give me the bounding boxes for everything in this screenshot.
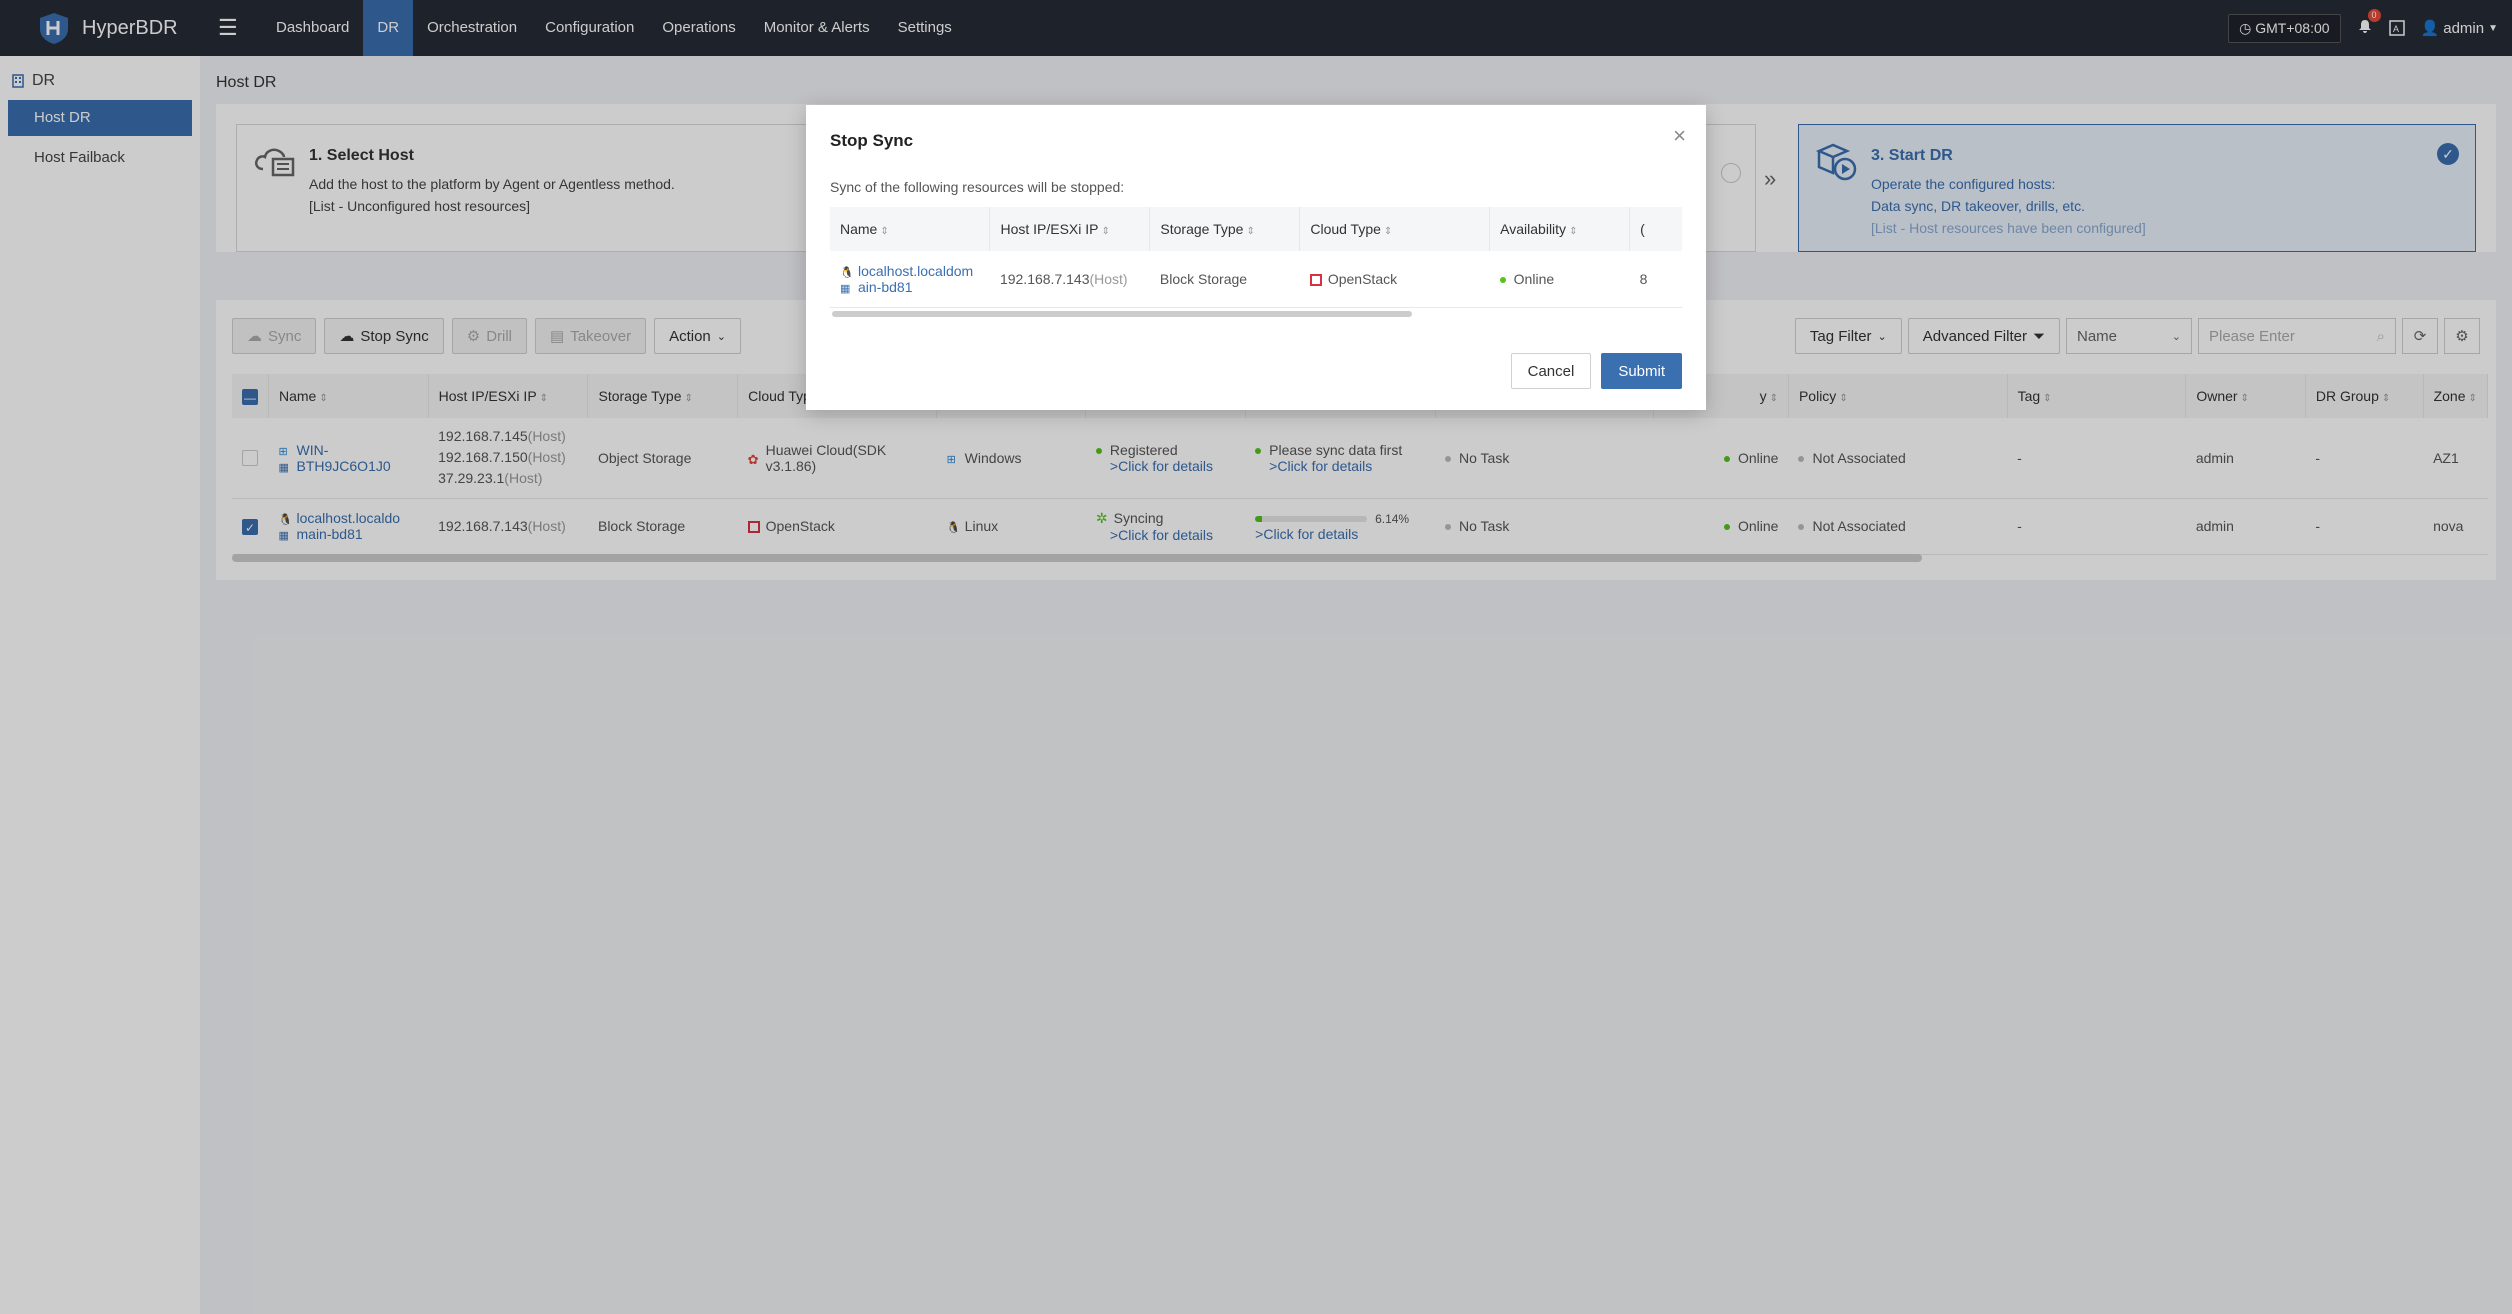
modal-title: Stop Sync <box>830 131 914 150</box>
modal-col-next-label: ( <box>1640 221 1645 237</box>
modal-col-cloud-label: Cloud Type <box>1310 221 1381 237</box>
modal-host-link-2[interactable]: ain-bd81 <box>858 279 913 295</box>
modal-col-storage[interactable]: Storage Type ⇕ <box>1149 207 1301 251</box>
stop-sync-modal: Stop Sync × Sync of the following resour… <box>806 105 1706 410</box>
host-type-icon: ▦ <box>840 283 851 296</box>
modal-col-storage-label: Storage Type <box>1160 221 1244 237</box>
modal-storage-cell: Block Storage <box>1149 251 1300 308</box>
modal-availability-label: Online <box>1513 270 1555 287</box>
modal-host-link[interactable]: localhost.localdom <box>858 263 973 279</box>
openstack-icon <box>1309 274 1322 287</box>
modal-col-next: ( <box>1629 207 1682 251</box>
sort-icon: ⇕ <box>1101 226 1110 237</box>
modal-header-row: Name ⇕ Host IP/ESXi IP ⇕ Storage Type ⇕ Clo… <box>830 207 1682 251</box>
modal-availability-cell: Online <box>1489 251 1630 308</box>
close-icon[interactable]: × <box>1673 123 1686 149</box>
modal-col-availability-label: Availability <box>1500 221 1567 237</box>
modal-col-ip-label: Host IP/ESXi IP <box>1000 221 1099 237</box>
modal-footer: Cancel Submit <box>1510 353 1682 389</box>
modal-col-name[interactable]: Name ⇕ <box>830 207 991 251</box>
sort-icon: ⇕ <box>1383 226 1393 237</box>
modal-col-name-label: Name <box>840 221 878 237</box>
status-dot <box>1499 277 1506 284</box>
modal-message: Sync of the following resources will be … <box>830 179 1125 195</box>
modal-horizontal-scrollbar[interactable] <box>832 311 1412 317</box>
ip-value: 192.168.7.143 <box>999 270 1090 287</box>
modal-col-ip[interactable]: Host IP/ESXi IP ⇕ <box>989 207 1151 251</box>
modal-cloud-label: OpenStack <box>1327 270 1398 287</box>
modal-cloud-cell: OpenStack <box>1299 251 1490 308</box>
linux-icon: 🐧 <box>840 267 854 280</box>
sort-icon: ⇕ <box>1246 226 1255 237</box>
modal-name-cell: 🐧 localhost.localdom ▦ ain-bd81 <box>830 251 990 308</box>
modal-table: Name ⇕ Host IP/ESXi IP ⇕ Storage Type ⇕ Clo… <box>830 207 1682 308</box>
sort-icon: ⇕ <box>880 226 889 237</box>
modal-table-wrap: Name ⇕ Host IP/ESXi IP ⇕ Storage Type ⇕ Clo… <box>830 207 1682 317</box>
sort-icon: ⇕ <box>1569 226 1578 237</box>
cancel-button[interactable]: Cancel <box>1510 353 1592 389</box>
modal-table-row: 🐧 localhost.localdom ▦ ain-bd81 192.168.7.… <box>830 251 1682 308</box>
modal-col-cloud[interactable]: Cloud Type ⇕ <box>1299 207 1491 251</box>
submit-button[interactable]: Submit <box>1601 353 1682 389</box>
modal-next-cell: 8 <box>1629 251 1682 308</box>
modal-col-availability[interactable]: Availability ⇕ <box>1489 207 1631 251</box>
ip-tag: (Host) <box>1089 270 1128 287</box>
modal-ip-cell: 192.168.7.143(Host) <box>989 251 1150 308</box>
